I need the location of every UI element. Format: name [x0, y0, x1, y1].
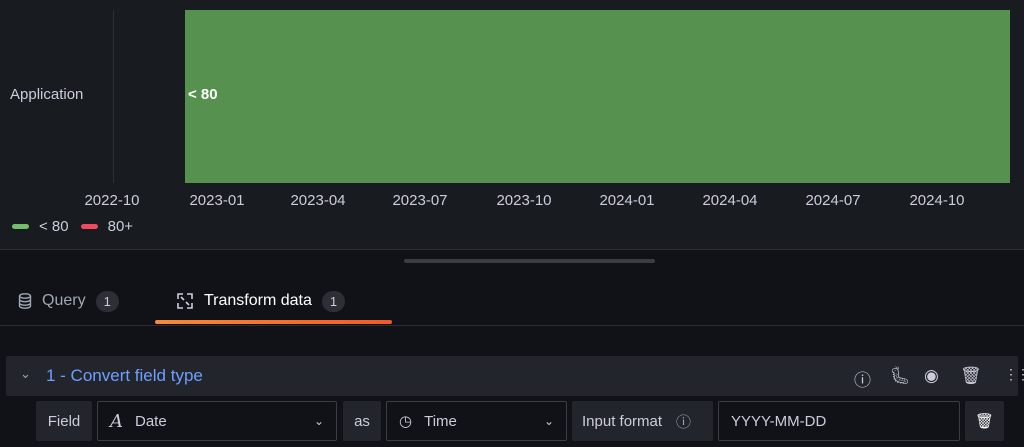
trash-icon: 🗑︎: [974, 413, 995, 430]
transform-icon: [177, 293, 193, 309]
state-timeline-panel: Application < 80 2022-10 2023-01 2023-04 20…: [0, 0, 1024, 250]
x-tick-label: 2024-04: [702, 192, 758, 209]
drag-handle-icon[interactable]: ⋮⋮: [1004, 366, 1024, 383]
as-label: as: [343, 401, 381, 441]
field-select[interactable]: A Date ⌄: [97, 401, 337, 441]
x-tick-label: 2023-04: [290, 192, 346, 209]
axis-line: [113, 10, 114, 183]
state-bar-label: < 80: [188, 86, 218, 103]
tab-transform-data[interactable]: Transform data 1: [176, 286, 346, 316]
x-tick-label: 2023-10: [496, 192, 552, 209]
delete-row-button[interactable]: 🗑︎: [965, 401, 1004, 441]
input-format-field[interactable]: YYYY-MM-DD: [718, 401, 960, 441]
x-tick-label: 2023-01: [189, 192, 245, 209]
type-select[interactable]: ◷ Time ⌄: [386, 401, 567, 441]
state-bar[interactable]: [185, 10, 1010, 183]
field-select-value: Date: [135, 412, 167, 430]
pane-resize-handle[interactable]: [404, 259, 655, 263]
input-format-label-text: Input format: [582, 412, 663, 430]
input-format-label: Input format ⓘ: [572, 401, 713, 441]
legend-swatch: [12, 224, 29, 229]
trash-icon[interactable]: 🗑︎: [960, 366, 982, 386]
debug-bug-icon[interactable]: 🐛︎: [889, 366, 911, 386]
row-label: Application: [10, 86, 84, 103]
editor-tabs: Query 1 Transform data 1: [0, 286, 1024, 326]
transformation-title[interactable]: 1 - Convert field type: [46, 366, 203, 386]
tab-count-badge: 1: [95, 290, 119, 312]
x-tick-label: 2023-07: [392, 192, 448, 209]
info-icon[interactable]: ⓘ: [854, 366, 871, 391]
database-icon: [18, 293, 32, 309]
chevron-down-icon: ⌄: [543, 414, 554, 428]
tab-count-badge: 1: [321, 290, 346, 312]
info-icon[interactable]: ⓘ: [676, 411, 691, 432]
legend: < 80 80+: [12, 218, 133, 235]
legend-label: 80+: [107, 218, 134, 235]
tab-label: Transform data: [204, 292, 312, 309]
legend-item-80plus[interactable]: 80+: [80, 218, 134, 235]
x-tick-label: 2022-10: [84, 192, 140, 209]
chevron-down-icon[interactable]: ⌄: [20, 366, 31, 382]
string-type-icon: A: [110, 410, 123, 432]
clock-icon: ◷: [399, 413, 413, 430]
type-select-value: Time: [424, 412, 457, 430]
input-format-value: YYYY-MM-DD: [731, 412, 827, 430]
active-tab-indicator: [155, 320, 392, 324]
tab-query[interactable]: Query 1: [18, 286, 119, 316]
legend-swatch: [80, 224, 98, 229]
field-label: Field: [36, 401, 92, 441]
x-tick-label: 2024-07: [805, 192, 861, 209]
chevron-down-icon: ⌄: [313, 414, 324, 428]
x-tick-label: 2024-01: [599, 192, 655, 209]
tab-label: Query: [42, 292, 86, 309]
legend-item-lt80[interactable]: < 80: [12, 218, 69, 235]
legend-label: < 80: [39, 218, 69, 235]
x-tick-label: 2024-10: [909, 192, 965, 209]
eye-icon[interactable]: ◉: [924, 366, 939, 386]
